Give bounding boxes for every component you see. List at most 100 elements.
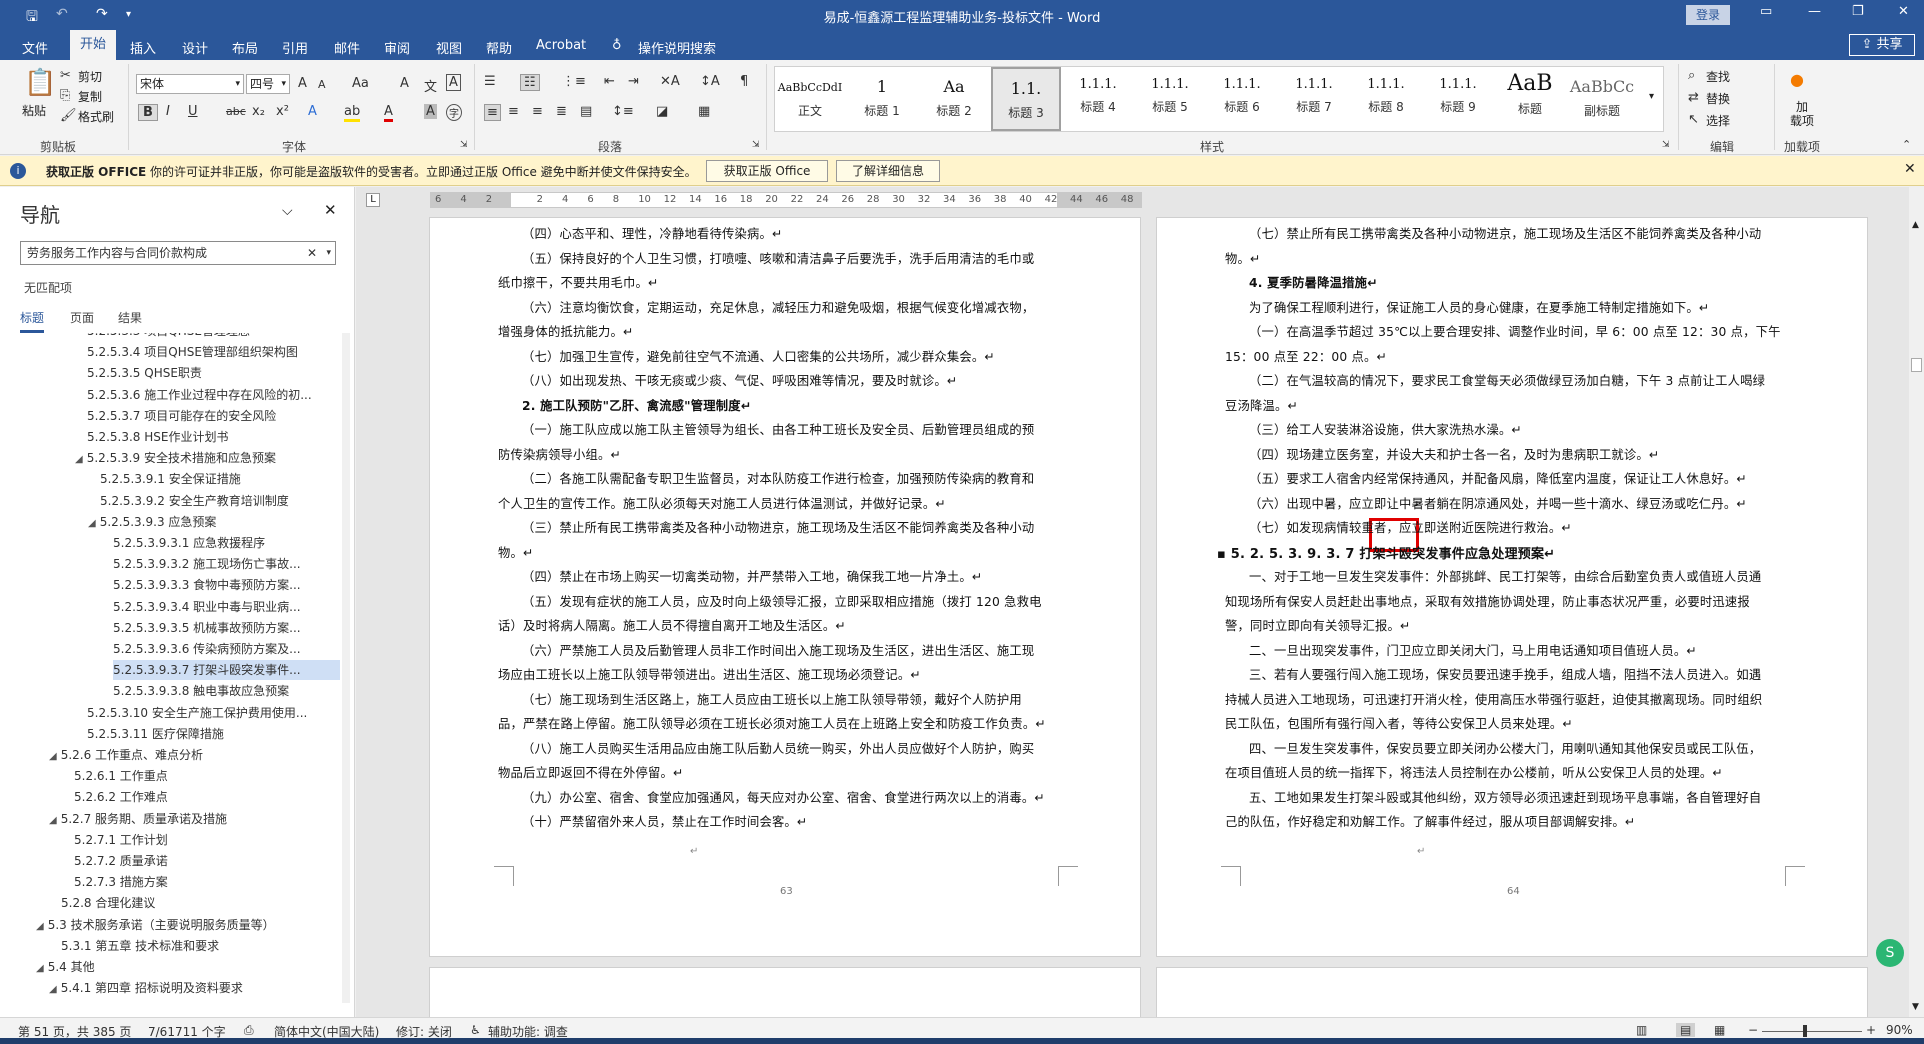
tab-layout[interactable]: 布局	[232, 38, 258, 57]
read-mode-icon[interactable]: ▥	[1636, 1023, 1647, 1037]
nav-heading-item[interactable]: 5.2.5.3.10 安全生产施工保护费用使用...	[87, 703, 307, 723]
page-63[interactable]: 63 ↵ （四）心态平和、理性，冷静地看待传染病。↵ （五）保持良好的个人卫生习惯…	[429, 217, 1141, 957]
distribute-icon[interactable]: ▤	[580, 104, 592, 119]
style-heading-4[interactable]: 1.1.1. 标题 4	[1063, 67, 1133, 131]
increase-indent-icon[interactable]: ⇥	[628, 74, 639, 89]
close-icon[interactable]: ✕	[1904, 161, 1916, 177]
page-66[interactable]	[1156, 967, 1868, 1017]
text-effect-icon[interactable]: A	[308, 104, 317, 119]
nav-heading-item[interactable]: 5.2.7.2 质量承诺	[74, 851, 168, 871]
char-shading-icon[interactable]: A	[424, 104, 437, 119]
nav-search-input[interactable]: 劳务服务工作内容与合同价款构成 ✕ ▾	[20, 241, 336, 265]
style-subtitle[interactable]: AaBbCc 副标题	[1567, 67, 1637, 131]
tab-acrobat[interactable]: Acrobat	[536, 38, 586, 53]
tab-results[interactable]: 结果	[118, 309, 142, 326]
char-border-icon[interactable]: A	[446, 74, 461, 91]
web-layout-icon[interactable]: ▦	[1714, 1023, 1725, 1037]
nav-heading-item[interactable]: 5.2.5.3.9.3.7 打架斗殴突发事件...	[113, 660, 340, 681]
copy-button[interactable]: 复制	[78, 88, 102, 105]
paste-icon[interactable]: 📋	[24, 68, 56, 98]
nav-heading-item[interactable]: 5.2.5.3.9.3.6 传染病预防方案及...	[113, 639, 301, 659]
zoom-in-icon[interactable]: +	[1866, 1023, 1876, 1037]
expand-triangle-icon[interactable]: ◢	[49, 984, 57, 995]
dialog-launcher-icon[interactable]: ⇲	[460, 140, 468, 150]
line-spacing-icon[interactable]: ↕≡	[612, 104, 634, 119]
get-genuine-button[interactable]: 获取正版 Office	[706, 160, 828, 182]
replace-button[interactable]: 替换	[1706, 90, 1730, 107]
page-64[interactable]: 64 ↵ （七）禁止所有民工携带禽类及各种小动物进京，施工现场及生活区不能饲养禽…	[1156, 217, 1868, 957]
paste-button[interactable]: 粘贴	[22, 102, 46, 119]
tab-headings[interactable]: 标题	[20, 309, 45, 333]
nav-heading-item[interactable]: ◢ 5.4.1 第四章 招标说明及资料要求	[49, 978, 243, 998]
decrease-indent-icon[interactable]: ⇤	[604, 74, 615, 89]
tab-mailings[interactable]: 邮件	[334, 38, 360, 57]
nav-heading-item[interactable]: 5.2.5.3.9.3.8 触电事故应急预案	[113, 681, 289, 701]
find-button[interactable]: 查找	[1706, 68, 1730, 85]
collapse-ribbon-icon[interactable]: ⌃	[1902, 138, 1911, 151]
nav-heading-item[interactable]: 5.2.5.3.7 项目可能存在的安全风险	[87, 406, 276, 426]
share-button[interactable]: ⇪ 共享	[1849, 34, 1915, 56]
expand-triangle-icon[interactable]: ◢	[36, 921, 44, 932]
style-title[interactable]: AaB 标题	[1495, 67, 1565, 131]
tab-view[interactable]: 视图	[436, 38, 462, 57]
numbering-icon[interactable]: ☷	[520, 74, 540, 91]
highlight-icon[interactable]: ab	[344, 104, 361, 122]
tab-review[interactable]: 审阅	[384, 38, 410, 57]
zoom-slider[interactable]	[1762, 1031, 1862, 1032]
expand-triangle-icon[interactable]: ◢	[36, 963, 44, 974]
select-button[interactable]: 选择	[1706, 112, 1730, 129]
nav-heading-item[interactable]: 5.3.1 第五章 技术标准和要求	[61, 936, 219, 956]
horizontal-ruler[interactable]: 6 4 2 2 4 6 8 10 12 14 16 18 20 22 24 26 28 30 32 34 36 38 40 4…	[430, 192, 1142, 208]
tab-help[interactable]: 帮助	[486, 38, 512, 57]
strikethrough-icon[interactable]: abc	[226, 105, 246, 118]
nav-heading-item[interactable]: 5.2.5.3.9.2 安全生产教育培训制度	[100, 491, 289, 511]
sort-icon[interactable]: ↕A	[700, 74, 720, 89]
nav-scrollbar[interactable]	[342, 333, 350, 1003]
italic-icon[interactable]: I	[166, 104, 170, 119]
align-left-icon[interactable]: ≡	[484, 104, 501, 121]
tab-pages[interactable]: 页面	[70, 309, 94, 326]
expand-triangle-icon[interactable]: ◢	[88, 518, 96, 529]
nav-heading-item[interactable]: 5.2.7.3 措施方案	[74, 872, 168, 892]
scroll-thumb[interactable]	[1911, 358, 1922, 372]
font-name-combo[interactable]: 宋体 ▾	[136, 74, 244, 94]
style-heading-8[interactable]: 1.1.1. 标题 8	[1351, 67, 1421, 131]
tab-selector-icon[interactable]: L	[366, 193, 380, 207]
scroll-up-icon[interactable]: ▲	[1912, 220, 1919, 230]
chevron-down-icon[interactable]: ▾	[326, 242, 331, 264]
style-heading-6[interactable]: 1.1.1. 标题 6	[1207, 67, 1277, 131]
tab-insert[interactable]: 插入	[130, 38, 156, 57]
superscript-icon[interactable]: x²	[276, 104, 289, 119]
minimize-icon[interactable]: —	[1808, 4, 1821, 19]
style-heading-3[interactable]: 1.1. 标题 3	[991, 67, 1061, 131]
nav-heading-item[interactable]: 5.2.5.3.9.1 安全保证措施	[100, 469, 241, 489]
style-normal[interactable]: AaBbCcDdI 正文	[775, 67, 845, 131]
nav-heading-item[interactable]: 5.2.5.3.9.3.1 应急救援程序	[113, 533, 265, 553]
proofing-icon[interactable]: ⎙	[244, 1023, 254, 1038]
expand-triangle-icon[interactable]: ◢	[49, 815, 57, 826]
nav-heading-item[interactable]: 5.2.5.3.3 项目QHSE管理理念	[87, 333, 250, 341]
justify-icon[interactable]: ≣	[556, 104, 567, 119]
tab-file[interactable]: 文件	[22, 38, 48, 57]
chevron-down-icon[interactable]: ⌵	[282, 203, 293, 219]
tab-home[interactable]: 开始	[70, 30, 117, 60]
bold-icon[interactable]: B	[138, 104, 158, 121]
restore-icon[interactable]: ❐	[1852, 4, 1864, 19]
multilevel-list-icon[interactable]: ⋮≡	[562, 74, 586, 89]
ribbon-display-icon[interactable]: ▭	[1760, 4, 1772, 19]
nav-heading-item[interactable]: 5.2.8 合理化建议	[61, 893, 155, 913]
nav-heading-item[interactable]: 5.2.7.1 工作计划	[74, 830, 168, 850]
nav-heading-item[interactable]: ◢ 5.2.5.3.9 安全技术措施和应急预案	[75, 448, 276, 468]
tab-references[interactable]: 引用	[282, 38, 308, 57]
nav-heading-item[interactable]: 5.2.5.3.9.3.4 职业中毒与职业病...	[113, 597, 301, 617]
nav-heading-item[interactable]: ◢ 5.3 技术服务承诺（主要说明服务质量等）	[36, 915, 275, 935]
nav-heading-item[interactable]: ◢ 5.2.7 服务期、质量承诺及措施	[49, 809, 227, 829]
nav-heading-item[interactable]: 5.2.5.3.6 施工作业过程中存在风险的初...	[87, 385, 312, 405]
learn-more-button[interactable]: 了解详细信息	[836, 160, 940, 182]
change-case-icon[interactable]: Aa	[352, 76, 369, 91]
zoom-slider-thumb[interactable]	[1803, 1025, 1807, 1037]
borders-icon[interactable]: ▦	[698, 104, 710, 119]
style-heading-2[interactable]: Aa 标题 2	[919, 67, 989, 131]
page-65[interactable]	[429, 967, 1141, 1017]
align-right-icon[interactable]: ≡	[532, 104, 543, 119]
